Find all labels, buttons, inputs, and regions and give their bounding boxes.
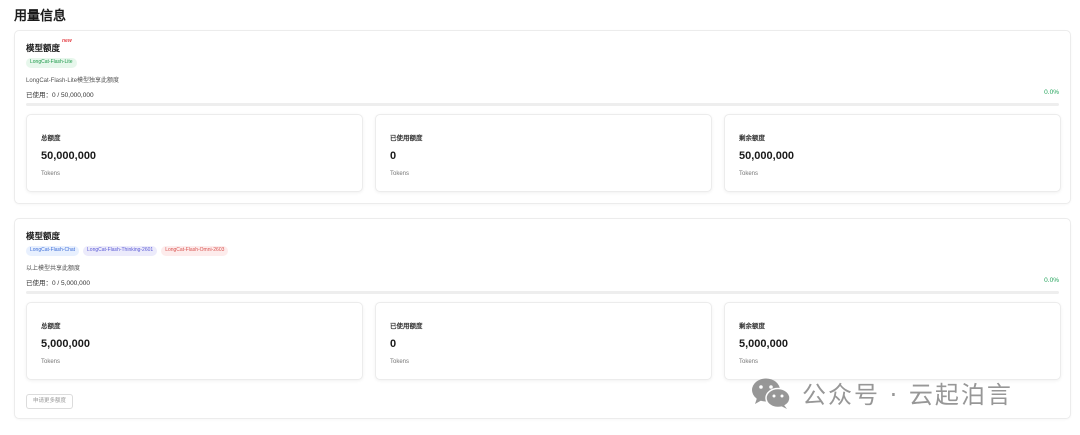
card-title: 模型额度 [26, 43, 61, 53]
stat-value: 5,000,000 [739, 338, 788, 350]
usage-percent: 0.0% [1044, 89, 1059, 96]
new-badge: new [62, 38, 72, 44]
stat-unit: Tokens [739, 171, 759, 177]
stats-row: 总额度 5,000,000 Tokens 已使用额度 0 Tokens 剩余额度… [26, 302, 1061, 380]
stat-total: 总额度 5,000,000 Tokens [26, 302, 363, 380]
wechat-icon [752, 378, 791, 409]
stat-value: 0 [390, 150, 397, 162]
card-description: LongCat-Flash-Lite模型独享此额度 [26, 78, 120, 84]
model-tags: LongCat-Flash-Chat LongCat-Flash-Thinkin… [26, 246, 229, 257]
stat-label: 已使用额度 [390, 323, 423, 330]
usage-row: 已使用：0 / 5,000,000 0.0% [26, 277, 1059, 287]
stat-unit: Tokens [390, 171, 410, 177]
usage-percent: 0.0% [1044, 277, 1059, 284]
usage-progress-bar [26, 291, 1059, 294]
apply-more-quota-button[interactable]: 申请更多额度 [26, 394, 74, 409]
model-tag: LongCat-Flash-Omni-2603 [161, 246, 229, 256]
stat-used: 已使用额度 0 Tokens [375, 114, 712, 192]
stat-unit: Tokens [41, 359, 61, 365]
model-tag: LongCat-Flash-Thinking-2601 [83, 246, 158, 256]
model-tag: LongCat-Flash-Lite [26, 58, 77, 68]
stat-label: 总额度 [41, 135, 61, 142]
card-description: 以上模型共享此额度 [26, 266, 81, 272]
watermark: 公众号 · 云起泊言 [750, 375, 1013, 410]
stat-value: 50,000,000 [739, 150, 795, 162]
model-tag: LongCat-Flash-Chat [26, 246, 80, 256]
card-title: 模型额度 [26, 231, 61, 241]
quota-card-lite: 模型额度 new LongCat-Flash-Lite LongCat-Flas… [14, 30, 1071, 204]
watermark-text: 公众号 · 云起泊言 [802, 381, 1013, 409]
model-tags: LongCat-Flash-Lite [26, 58, 77, 69]
stat-used: 已使用额度 0 Tokens [375, 302, 712, 380]
stat-total: 总额度 50,000,000 Tokens [26, 114, 363, 192]
stat-label: 剩余额度 [739, 135, 765, 142]
stat-unit: Tokens [739, 359, 759, 365]
stat-value: 50,000,000 [41, 150, 97, 162]
usage-text: 已使用：0 / 50,000,000 [26, 92, 94, 99]
usage-progress-bar [26, 103, 1059, 106]
stat-label: 已使用额度 [390, 135, 423, 142]
page-title: 用量信息 [14, 8, 67, 23]
usage-text: 已使用：0 / 5,000,000 [26, 280, 90, 287]
stat-label: 总额度 [41, 323, 61, 330]
stat-value: 5,000,000 [41, 338, 90, 350]
stat-remaining: 剩余额度 5,000,000 Tokens [724, 302, 1061, 380]
stat-value: 0 [390, 338, 397, 350]
stat-unit: Tokens [41, 171, 61, 177]
usage-row: 已使用：0 / 50,000,000 0.0% [26, 89, 1059, 99]
stat-remaining: 剩余额度 50,000,000 Tokens [724, 114, 1061, 192]
stat-label: 剩余额度 [739, 323, 765, 330]
usage-page: 用量信息 模型额度 new LongCat-Flash-Lite LongCat… [0, 0, 1080, 435]
stat-unit: Tokens [390, 359, 410, 365]
stats-row: 总额度 50,000,000 Tokens 已使用额度 0 Tokens 剩余额… [26, 114, 1061, 192]
